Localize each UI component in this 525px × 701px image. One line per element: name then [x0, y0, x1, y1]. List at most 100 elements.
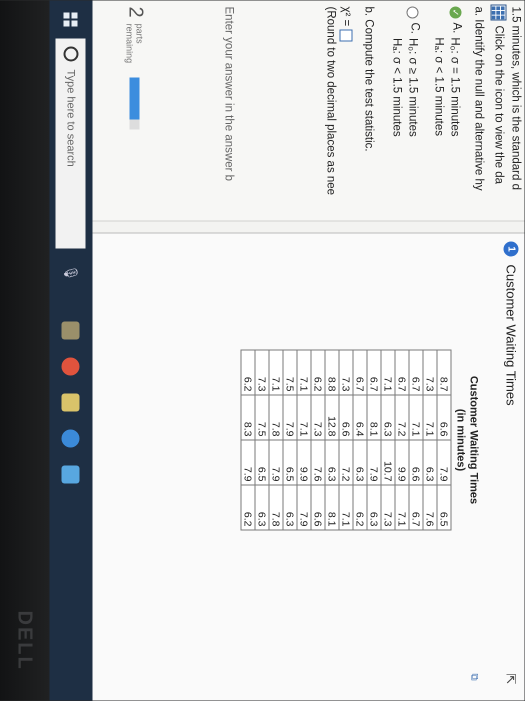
table-cell: 6.6 [339, 395, 353, 440]
table-caption: Customer Waiting Times (in minutes) [452, 350, 480, 531]
popup-title: Customer Waiting Times [503, 264, 519, 406]
question-text: 1.5 minutes, which is the standard d [509, 6, 522, 190]
table-cell: 7.2 [339, 440, 353, 485]
part-a-prompt: a. Identify the null and alternative hy [472, 6, 485, 191]
cortana-icon [63, 46, 79, 62]
table-cell: 7.1 [409, 395, 423, 440]
progress-fill [130, 77, 140, 120]
table-cell: 7.9 [367, 440, 381, 485]
table-row: 6.7 7.2 9.9 7.1 [395, 350, 409, 530]
table-row: 7.3 6.6 7.2 7.1 [339, 350, 353, 530]
table-row: 7.1 6.3 10.7 7.3 [381, 350, 395, 530]
table-cell: 7.1 [339, 485, 353, 530]
info-icon: 1 [503, 241, 519, 257]
progress-bar [130, 77, 140, 130]
parts-label: parts [135, 23, 145, 44]
option-c[interactable]: C. H₀: σ ≥ 1.5 minutes Hₐ: σ < 1.5 minut… [389, 6, 421, 137]
export-icon[interactable]: ⧉ [469, 674, 480, 681]
check-icon: ✓ [449, 6, 462, 19]
table-cell: 6.5 [437, 485, 451, 530]
table-cell: 6.3 [283, 485, 297, 530]
table-cell: 7.5 [283, 350, 297, 395]
table-cell: 6.3 [381, 395, 395, 440]
table-cell: 7.3 [255, 350, 269, 395]
table-cell: 9.9 [297, 440, 311, 485]
table-row: 8.8 12.8 6.3 8.1 [325, 350, 339, 530]
table-cell: 8.1 [325, 485, 339, 530]
part-b-prompt: b. Compute the test statistic. [362, 6, 375, 152]
table-cell: 6.7 [395, 350, 409, 395]
answer-input[interactable] [339, 29, 353, 42]
table-row: 7.3 7.5 6.5 6.3 [255, 350, 269, 530]
table-cell: 6.2 [241, 485, 255, 530]
file-explorer-icon[interactable] [62, 393, 80, 412]
table-cell: 7.3 [423, 350, 437, 395]
data-link-row[interactable]: Click on the icon to view the da [490, 4, 507, 185]
table-cell: 6.6 [437, 395, 451, 440]
option-a[interactable]: ✓ A. H₀: σ = 1.5 minutes Hₐ: σ < 1.5 min… [431, 6, 463, 137]
table-cell: 7.8 [269, 485, 283, 530]
task-view-icon[interactable] [62, 321, 80, 340]
table-row: 6.7 8.1 7.9 6.3 [367, 350, 381, 530]
windows-start-icon[interactable] [64, 12, 78, 27]
dell-logo: DELL [13, 610, 36, 671]
data-link-text[interactable]: Click on the icon to view the da [493, 26, 505, 185]
chi-square-label: χ² = [339, 6, 352, 27]
table-cell: 7.1 [297, 395, 311, 440]
question-pane: 1.5 minutes, which is the standard d Cli… [92, 0, 525, 222]
waiting-times-table: Customer Waiting Times (in minutes) 8.7 6… [241, 350, 480, 531]
monitor-bezel: DELL [0, 0, 50, 701]
table-cell: 7.1 [423, 395, 437, 440]
monitor-screen: 1.5 minutes, which is the standard d Cli… [49, 0, 525, 701]
edge-icon[interactable] [62, 429, 80, 448]
table-cell: 8.3 [241, 395, 255, 440]
table-row: 7.3 7.1 6.3 7.6 [423, 350, 437, 530]
table-cell: 6.7 [409, 350, 423, 395]
table-cell: 6.3 [367, 485, 381, 530]
table-cell: 6.2 [311, 350, 325, 395]
table-cell: 6.7 [353, 350, 367, 395]
rounding-note: (Round to two decimal places as nee [324, 6, 337, 196]
table-cell: 7.9 [283, 395, 297, 440]
table-cell: 6.5 [283, 440, 297, 485]
remaining-label: remaining [125, 23, 135, 64]
table-cell: 7.5 [255, 395, 269, 440]
microphone-icon[interactable]: 🎙 [63, 265, 79, 282]
table-cell: 6.4 [353, 395, 367, 440]
table-cell: 8.8 [325, 350, 339, 395]
table-cell: 6.5 [255, 440, 269, 485]
table-cell: 6.7 [409, 485, 423, 530]
radio-button[interactable] [406, 6, 419, 19]
table-cell: 6.2 [353, 485, 367, 530]
photo-stage: 1.5 minutes, which is the standard d Cli… [0, 0, 525, 701]
table-cell: 7.3 [311, 395, 325, 440]
parts-remaining: 2 parts remaining [124, 7, 147, 130]
table-row: 6.2 7.3 7.6 6.6 [311, 350, 325, 530]
table-cell: 7.2 [395, 395, 409, 440]
table-cell: 8.1 [367, 395, 381, 440]
option-a-letter: A. [450, 22, 463, 34]
data-popup: 1 Customer Waiting Times ⇱ ⧉ Customer Wa… [92, 232, 525, 701]
chrome-icon[interactable] [62, 357, 80, 376]
table-cell: 6.3 [255, 485, 269, 530]
option-c-letter: C. [408, 22, 421, 35]
table-row: 6.7 7.1 6.6 6.7 [409, 350, 423, 530]
taskbar: Type here to search 🎙 [49, 0, 93, 701]
table-cell: 6.6 [409, 440, 423, 485]
table-cell: 6.3 [353, 440, 367, 485]
store-icon[interactable] [62, 465, 80, 484]
table-cell: 6.6 [311, 485, 325, 530]
table-cell: 7.1 [395, 485, 409, 530]
table-cell: 6.2 [241, 350, 255, 395]
popup-header: 1 Customer Waiting Times [503, 241, 519, 406]
option-c-h0: H₀: σ ≥ 1.5 minutes [406, 38, 419, 137]
table-row: 7.5 7.9 6.5 6.3 [283, 350, 297, 530]
chi-square-row: χ² = [339, 6, 353, 42]
table-cell: 7.9 [269, 440, 283, 485]
table-cell: 7.1 [269, 350, 283, 395]
parts-count: 2 [124, 6, 147, 18]
grid-icon[interactable] [490, 4, 507, 21]
search-placeholder: Type here to search [65, 69, 77, 167]
taskbar-search[interactable]: Type here to search [56, 38, 86, 249]
table-row: 7.1 7.1 9.9 7.9 [297, 350, 311, 530]
